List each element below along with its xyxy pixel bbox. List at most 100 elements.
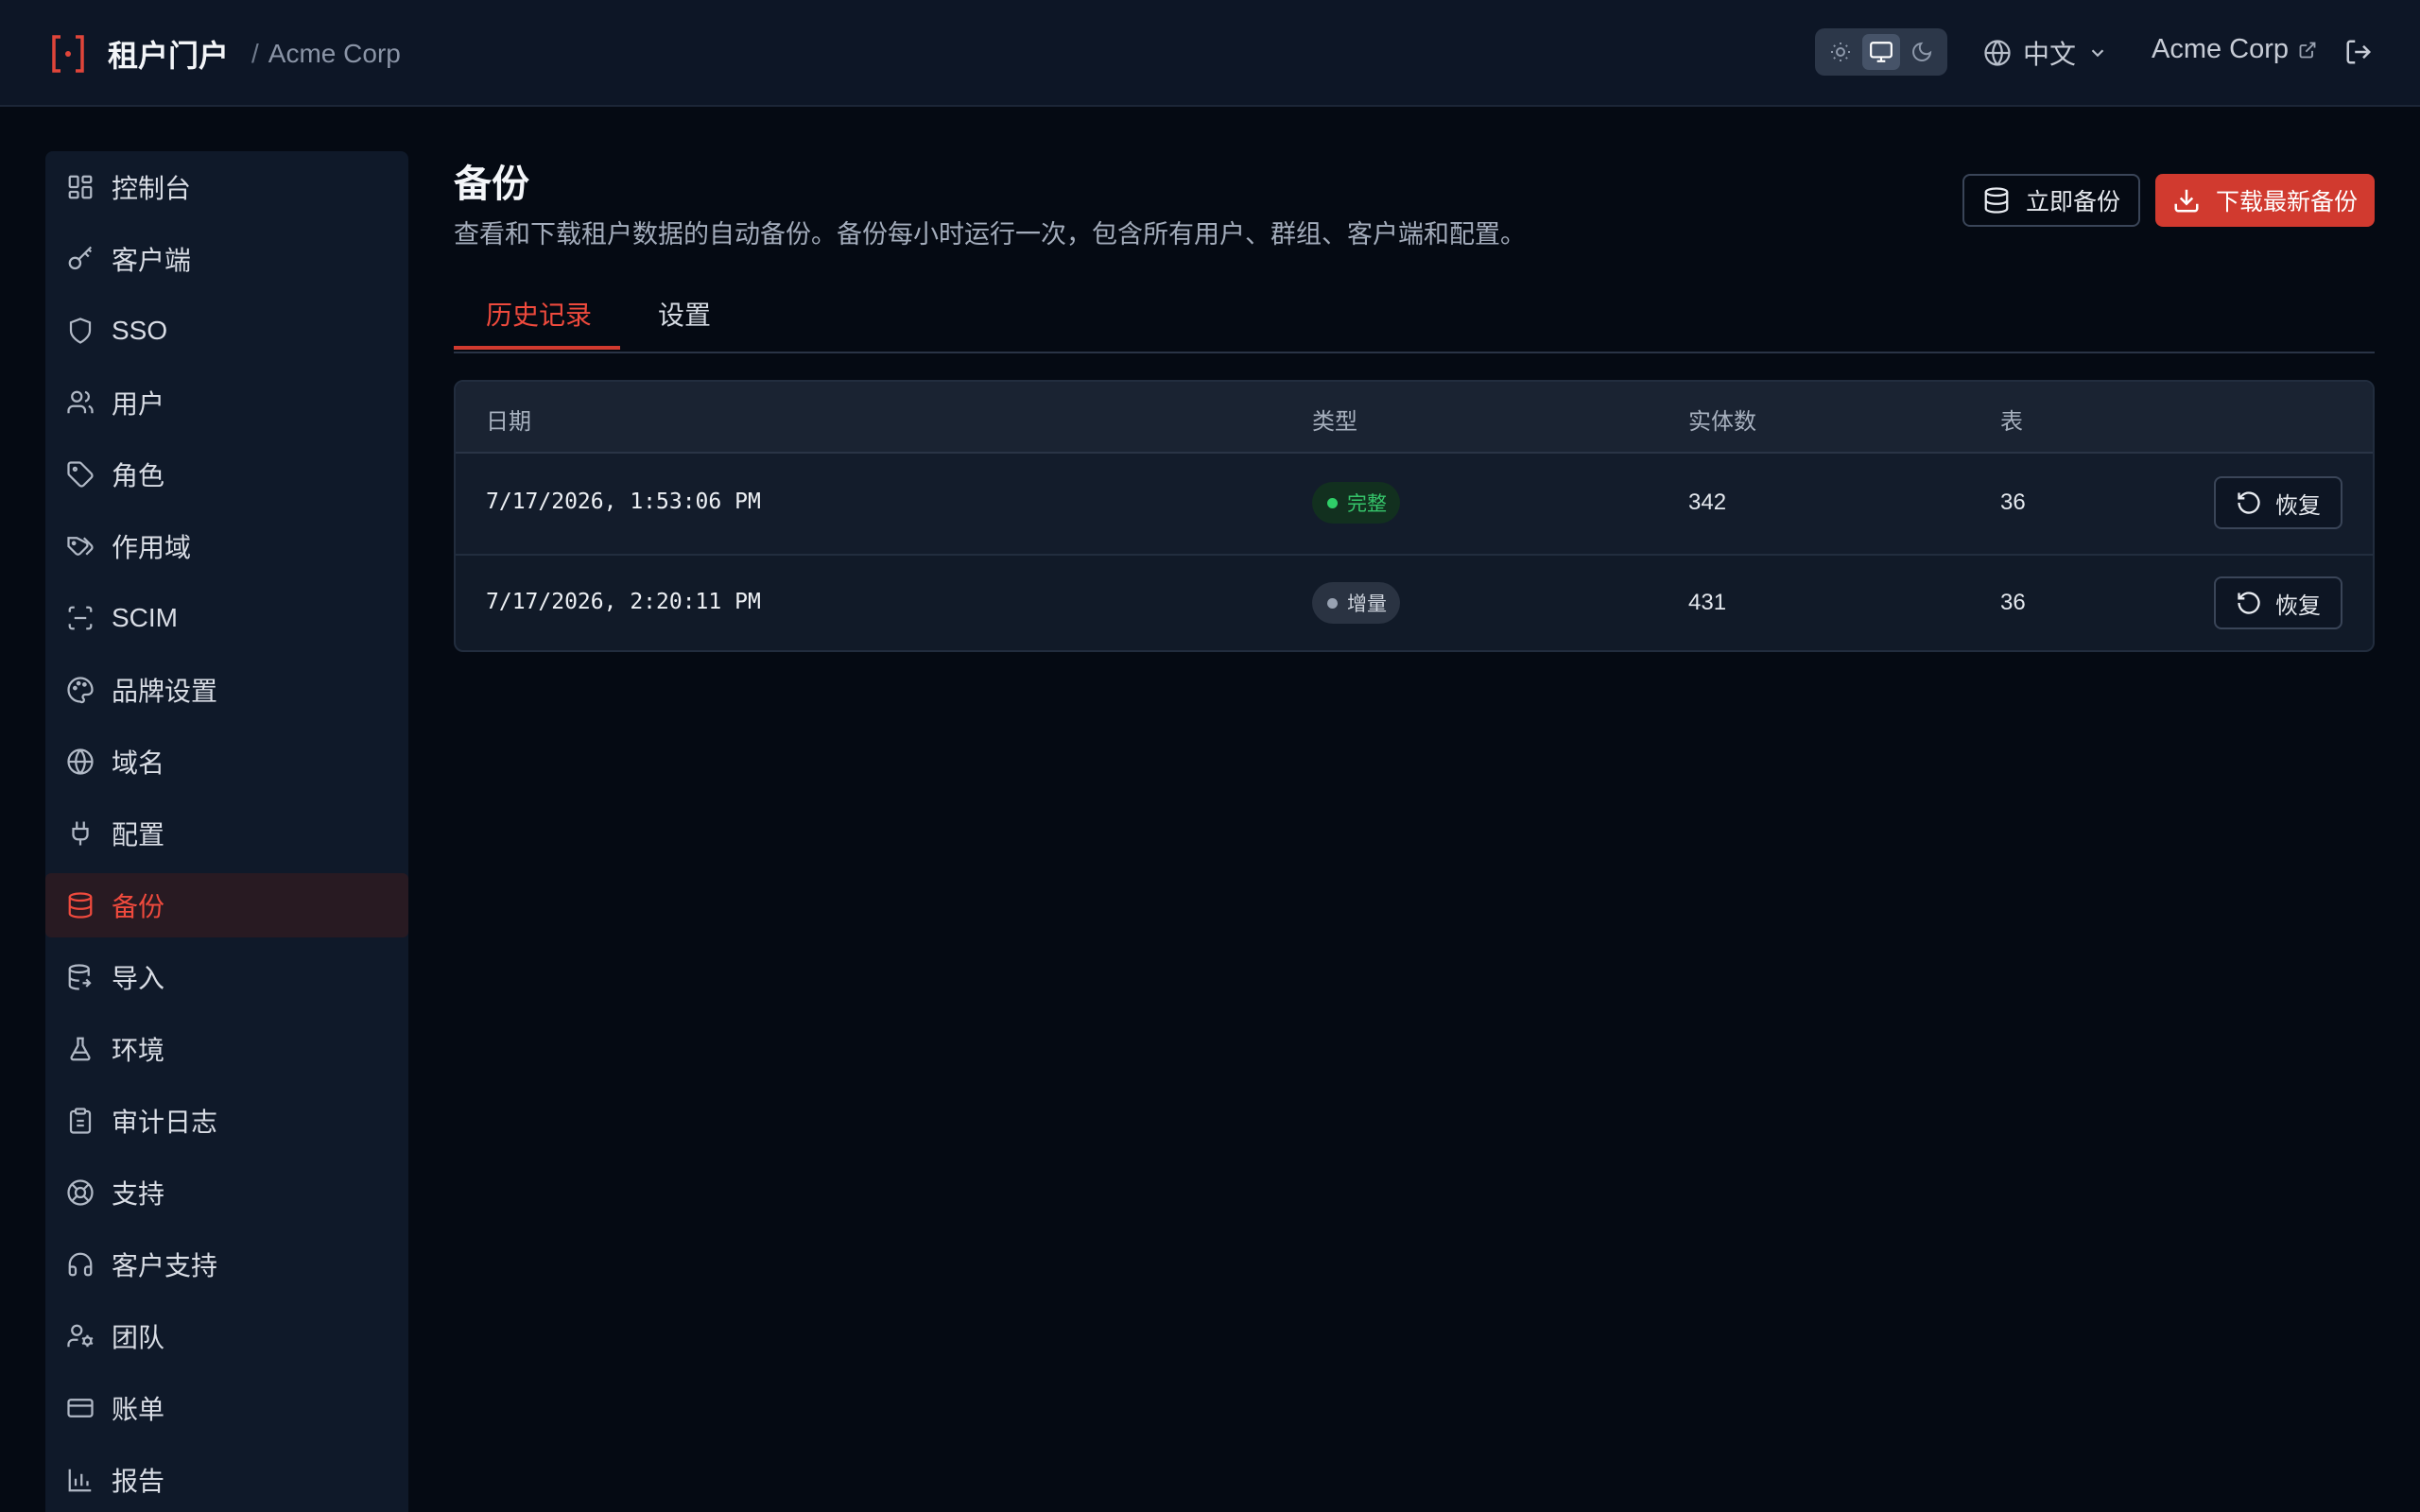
status-badge: 完整: [1312, 482, 1400, 524]
moon-icon: [1911, 42, 1931, 61]
sidebar-item-audit-log[interactable]: 审计日志: [45, 1089, 408, 1153]
download-latest-label: 下载最新备份: [2215, 189, 2358, 215]
tab-history[interactable]: 历史记录: [454, 295, 620, 350]
sidebar-item-support[interactable]: 支持: [45, 1160, 408, 1225]
globe-icon: [66, 747, 95, 776]
sidebar-item-label: 配置: [112, 820, 165, 850]
brand[interactable]: 租户门户 / Acme Corp: [49, 32, 401, 76]
logout-icon: [2346, 40, 2372, 64]
sidebar-item-domains[interactable]: 域名: [45, 730, 408, 794]
bar-chart-icon: [66, 1466, 95, 1494]
theme-light-button[interactable]: [1822, 34, 1859, 70]
user-cog-icon: [66, 1322, 95, 1350]
flask-icon: [66, 1035, 95, 1063]
status-dot: [1327, 497, 1338, 508]
page-description: 查看和下载租户数据的自动备份。备份每小时运行一次，包含所有用户、群组、客户端和配…: [454, 220, 1526, 249]
sidebar-item-label: SCIM: [112, 603, 178, 632]
external-link-icon: [2298, 41, 2317, 60]
sidebar-item-users[interactable]: 用户: [45, 370, 408, 435]
sun-icon: [1831, 43, 1851, 61]
tab-settings[interactable]: 设置: [658, 295, 711, 350]
breadcrumb-tenant: Acme Corp: [268, 39, 401, 68]
sidebar-item-roles[interactable]: 角色: [45, 442, 408, 507]
theme-switcher: [1815, 28, 1947, 76]
sidebar-item-label: 团队: [112, 1323, 165, 1352]
sidebar-item-backups[interactable]: 备份: [45, 873, 408, 937]
monitor-icon: [1870, 42, 1893, 62]
column-header-tables: 表: [2000, 409, 2023, 435]
column-header-entities: 实体数: [1688, 409, 1756, 435]
page-title: 备份: [454, 163, 529, 205]
database-icon: [1982, 186, 2011, 215]
sidebar-item-import[interactable]: 导入: [45, 945, 408, 1009]
tenant-external-link[interactable]: Acme Corp: [2152, 34, 2317, 65]
backups-table: 日期 类型 实体数 表 7/17/2026, 1:53:06 PM 完整 342…: [454, 380, 2375, 652]
sidebar-item-label: 审计日志: [112, 1108, 218, 1137]
sidebar-item-label: 环境: [112, 1036, 165, 1065]
theme-system-button[interactable]: [1861, 34, 1900, 70]
breadcrumb-separator: /: [251, 39, 259, 68]
restore-label: 恢复: [2275, 593, 2321, 619]
headphones-icon: [66, 1250, 95, 1279]
chevron-down-icon: [2087, 43, 2108, 63]
sidebar-item-team[interactable]: 团队: [45, 1304, 408, 1368]
tags-icon: [66, 532, 95, 560]
sidebar-item-reports[interactable]: 报告: [45, 1448, 408, 1512]
theme-dark-button[interactable]: [1903, 34, 1941, 70]
credit-card-icon: [66, 1394, 95, 1422]
app-title: 租户门户: [108, 39, 230, 73]
palette-icon: [66, 676, 95, 704]
table-row: 7/17/2026, 2:20:11 PM 增量 431 36 恢复: [456, 554, 2373, 650]
rotate-ccw-icon: [2236, 590, 2262, 616]
tenant-link-label: Acme Corp: [2152, 34, 2290, 64]
sidebar-item-label: 账单: [112, 1395, 165, 1424]
table-count: 36: [2000, 490, 2026, 515]
sidebar-item-dashboard[interactable]: 控制台: [45, 155, 408, 219]
restore-button[interactable]: 恢复: [2214, 576, 2342, 629]
sidebar-item-label: 备份: [112, 892, 165, 921]
sidebar-item-clients[interactable]: 客户端: [45, 227, 408, 291]
backup-now-button[interactable]: 立即备份: [1962, 174, 2140, 227]
badge-label: 增量: [1347, 593, 1387, 615]
sidebar-item-branding[interactable]: 品牌设置: [45, 658, 408, 722]
table-header: 日期 类型 实体数 表: [456, 382, 2373, 454]
column-header-date: 日期: [486, 409, 531, 435]
sidebar-item-environments[interactable]: 环境: [45, 1017, 408, 1081]
rotate-ccw-icon: [2236, 490, 2262, 516]
sidebar-item-customer-support[interactable]: 客户支持: [45, 1232, 408, 1297]
entity-count: 431: [1688, 590, 1727, 615]
tag-icon: [66, 460, 95, 489]
database-icon: [66, 891, 95, 919]
sidebar-item-label: 控制台: [112, 174, 192, 203]
backup-date: 7/17/2026, 1:53:06 PM: [486, 490, 761, 514]
logout-button[interactable]: [2344, 38, 2373, 66]
column-header-type: 类型: [1312, 409, 1357, 435]
sidebar-item-label: 用户: [112, 389, 165, 419]
restore-button[interactable]: 恢复: [2214, 476, 2342, 529]
status-badge: 增量: [1312, 582, 1400, 624]
users-icon: [66, 388, 95, 417]
shield-icon: [66, 317, 95, 345]
key-icon: [66, 245, 95, 273]
sidebar-item-label: 域名: [112, 748, 165, 778]
sidebar-item-label: 支持: [112, 1179, 165, 1209]
globe-icon: [1983, 39, 2012, 67]
table-count: 36: [2000, 590, 2026, 615]
table-row: 7/17/2026, 1:53:06 PM 完整 342 36 恢复: [456, 454, 2373, 556]
sidebar-item-label: 报告: [112, 1467, 165, 1496]
sidebar: 控制台 客户端 SSO 用户 角色 作用域 SCIM 品牌设置 域名 配置 备份: [45, 151, 408, 1512]
download-latest-button[interactable]: 下载最新备份: [2155, 174, 2375, 227]
clipboard-icon: [66, 1107, 95, 1135]
language-selector[interactable]: 中文: [1983, 34, 2108, 72]
dashboard-icon: [66, 173, 95, 201]
tab-bar: 历史记录 设置: [454, 284, 2375, 353]
sidebar-item-scopes[interactable]: 作用域: [45, 514, 408, 578]
sidebar-item-config[interactable]: 配置: [45, 801, 408, 866]
sidebar-item-scim[interactable]: SCIM: [45, 586, 408, 650]
top-header: 租户门户 / Acme Corp 中文 Acme Corp: [0, 0, 2420, 107]
lifebuoy-icon: [66, 1178, 95, 1207]
sidebar-item-sso[interactable]: SSO: [45, 299, 408, 363]
sidebar-item-label: SSO: [112, 316, 168, 345]
sidebar-item-billing[interactable]: 账单: [45, 1376, 408, 1440]
sidebar-item-label: 品牌设置: [112, 677, 218, 706]
